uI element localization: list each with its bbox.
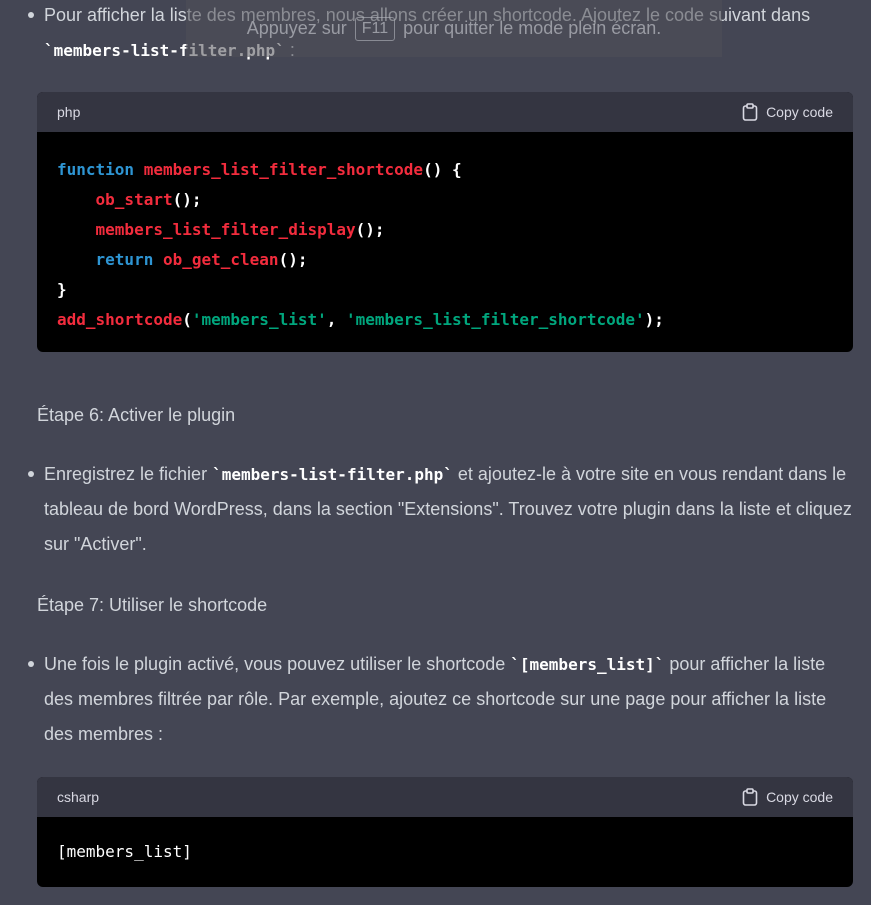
code-token: return [95,250,154,269]
code-token: (); [172,190,202,209]
text: Enregistrez le fichier [44,464,213,484]
inline-code: `[members_list]` [510,655,665,674]
code-token: ob_get_clean [162,250,279,269]
copy-code-button[interactable]: Copy code [742,788,833,806]
bullet-icon [28,661,34,667]
code-token: 'members_list' [191,310,327,329]
paragraph: Enregistrez le fichier `members-list-fil… [44,457,855,562]
bullet-icon [28,471,34,477]
copy-code-label: Copy code [766,104,833,120]
code-block: csharp Copy code [members_list] [37,777,853,887]
code-token: members_list_filter_display [95,220,356,239]
fullscreen-exit-hint: Appuyez sur F11 pour quitter le mode ple… [186,0,722,57]
code-line: add_shortcode('members_list', 'members_l… [57,305,833,335]
copy-code-button[interactable]: Copy code [742,103,833,121]
clipboard-icon [742,788,758,806]
code-content: [members_list] [37,817,853,867]
code-line: members_list_filter_display(); [57,215,833,245]
hint-text: Appuyez sur [246,18,347,38]
code-content: function members_list_filter_shortcode()… [37,132,853,335]
code-token: ( [182,310,192,329]
code-language-label: php [57,104,81,120]
copy-code-label: Copy code [766,789,833,805]
code-token: [members_list] [57,842,192,861]
step-heading: Étape 7: Utiliser le shortcode [37,595,268,615]
code-line: function members_list_filter_shortcode()… [57,155,833,185]
text: Une fois le plugin activé, vous pouvez u… [44,654,511,674]
code-token: , [326,310,346,329]
paragraph: Une fois le plugin activé, vous pouvez u… [44,647,855,752]
bullet-icon [28,12,34,18]
code-token: add_shortcode [57,310,183,329]
code-token: ob_start [95,190,173,209]
code-token: (); [278,250,308,269]
code-token: (); [355,220,385,239]
code-language-label: csharp [57,789,100,805]
code-token: ); [644,310,664,329]
code-token: function [57,160,135,179]
code-token: 'members_list_filter_shortcode' [346,310,645,329]
code-token: () { [423,160,462,179]
code-line: ob_start(); [57,185,833,215]
hint-text: pour quitter le mode plein écran. [403,18,662,38]
f11-key: F11 [354,16,396,41]
code-line: } [57,275,833,305]
code-block-header: csharp Copy code [37,777,853,817]
code-token: } [57,280,67,299]
list-item: Enregistrez le fichier `members-list-fil… [28,457,855,562]
clipboard-icon [742,103,758,121]
code-line: return ob_get_clean(); [57,245,833,275]
inline-code: `members-list-filter.php` [212,465,453,484]
code-block: php Copy code function members_list_filt… [37,92,853,352]
code-block-header: php Copy code [37,92,853,132]
step-heading: Étape 6: Activer le plugin [37,405,236,425]
code-token: members_list_filter_shortcode [143,160,424,179]
code-line: [members_list] [57,837,833,867]
list-item: Une fois le plugin activé, vous pouvez u… [28,647,855,752]
